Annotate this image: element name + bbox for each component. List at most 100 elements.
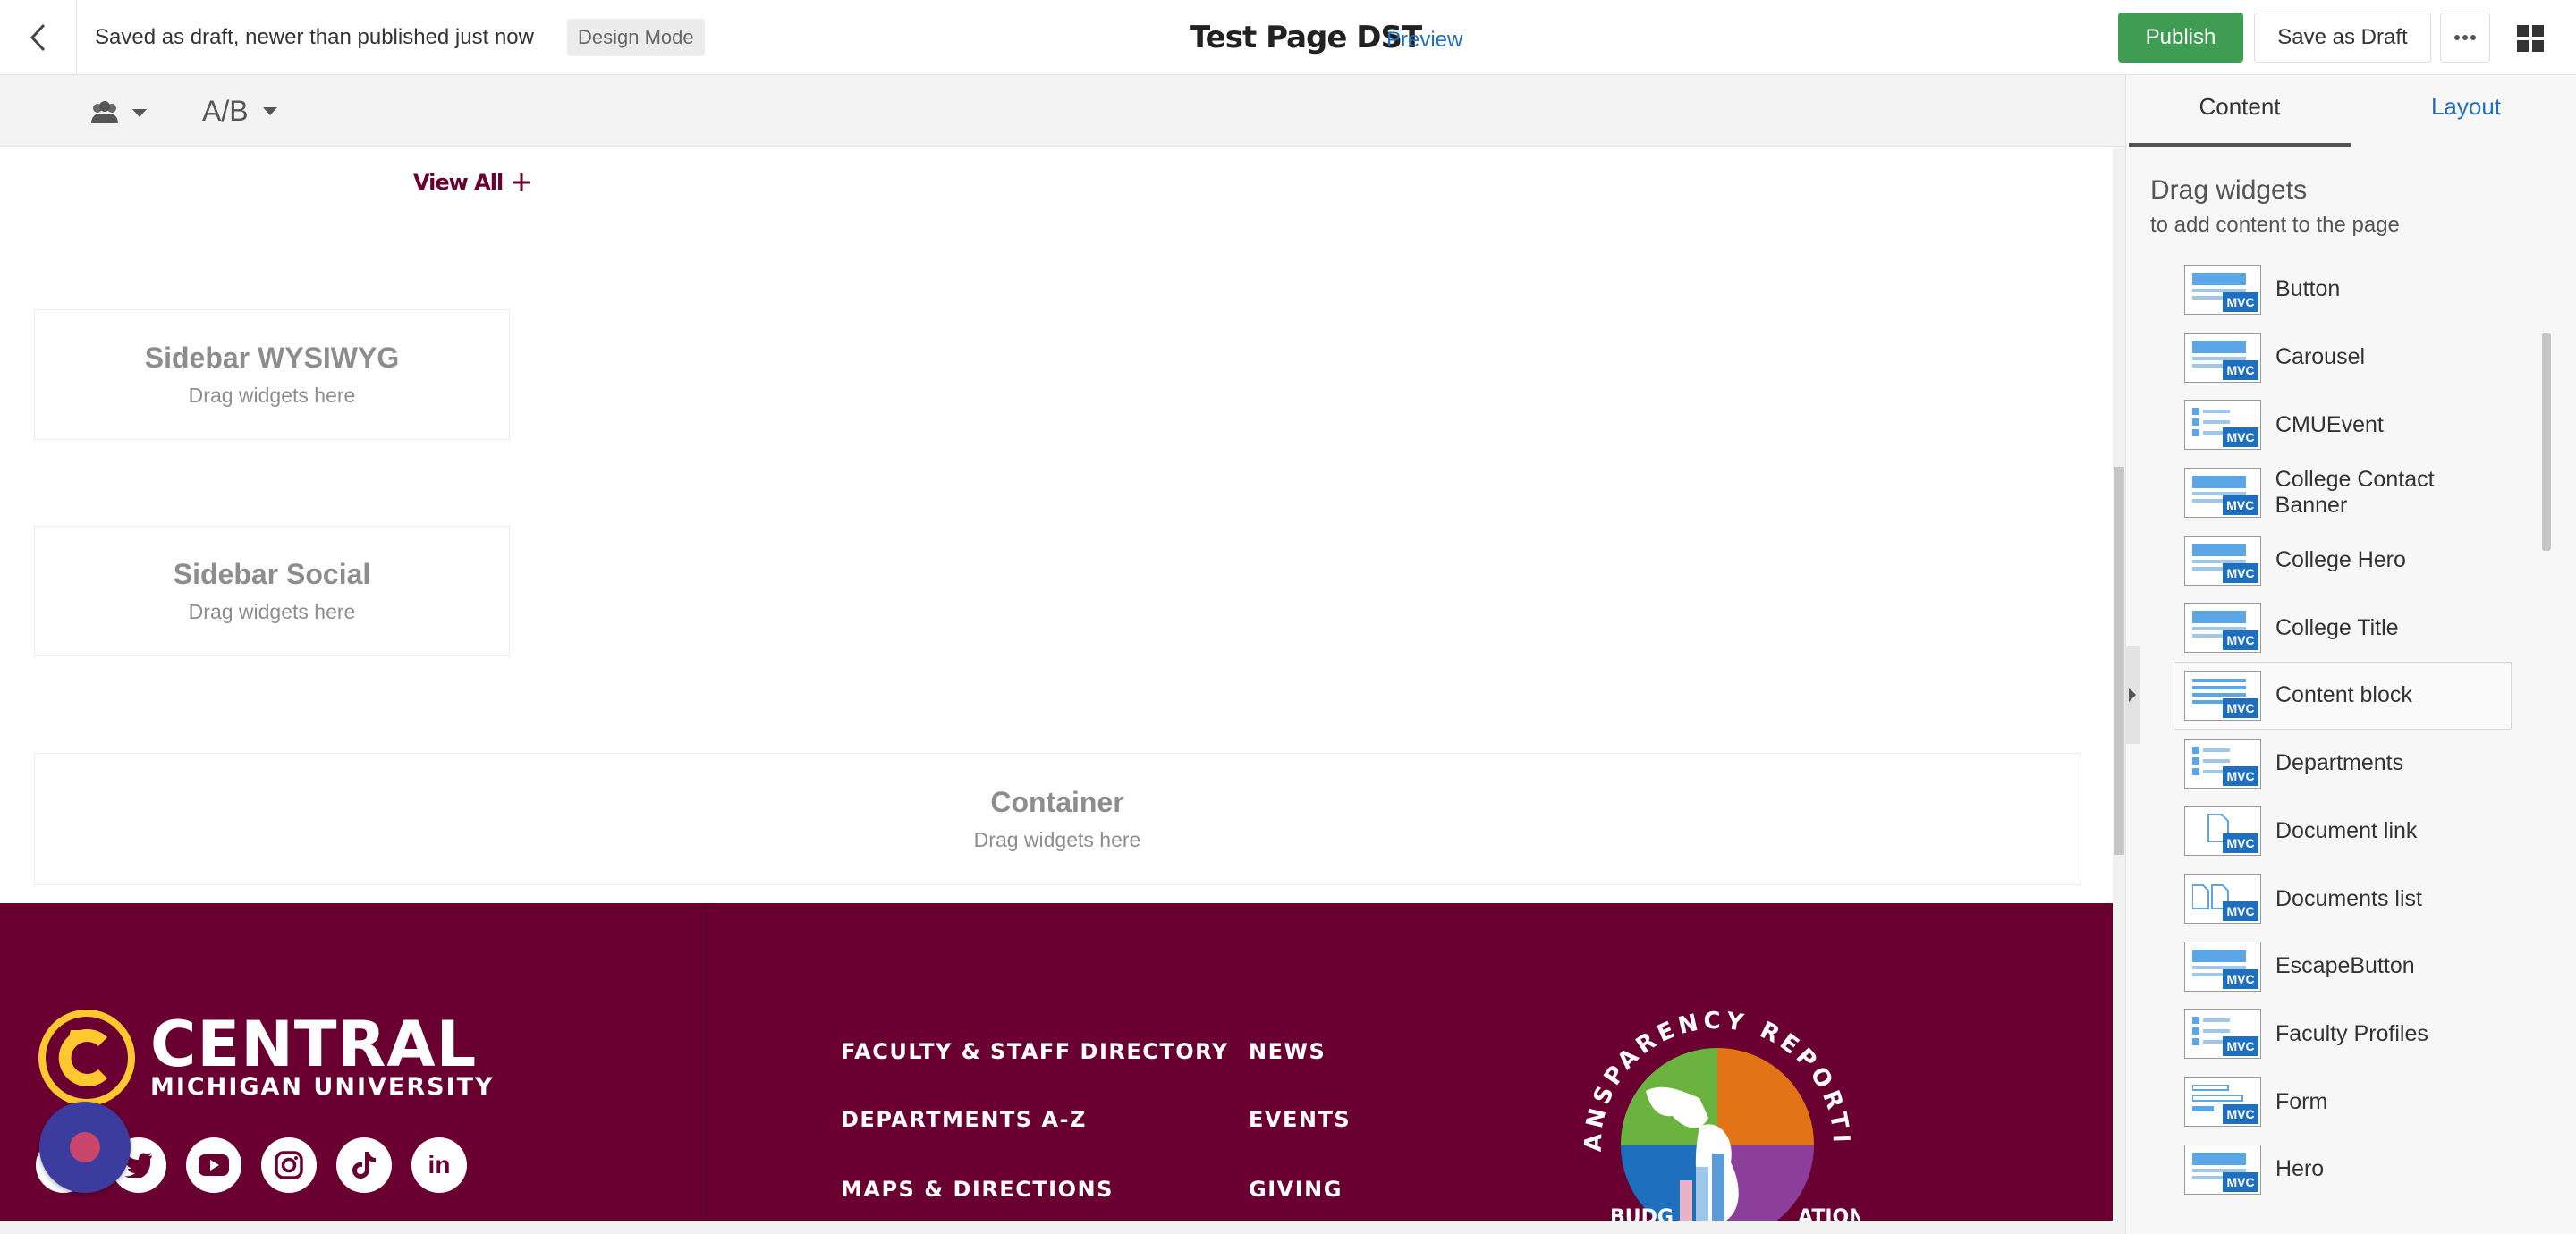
chevron-left-icon [30,23,45,52]
sub-toolbar: A/B [0,75,2125,147]
widget-label: Departments [2275,750,2404,776]
mvc-tag: MVC [2222,494,2258,515]
widget-label: CMUEvent [2275,411,2384,437]
sidebar-wysiwyg-zone[interactable]: Sidebar WYSIWYG Drag widgets here [34,309,510,440]
widget-label: Faculty Profiles [2275,1020,2428,1046]
youtube-icon[interactable] [186,1137,242,1193]
top-bar: Saved as draft, newer than published jus… [0,0,2576,75]
widget-item[interactable]: MVC College Hero [2179,527,2512,595]
ellipsis-icon [2454,35,2476,40]
mvc-tag: MVC [2223,901,2258,922]
zone-title: Sidebar WYSIWYG [144,342,400,374]
mvc-tag: MVC [2223,562,2258,583]
mvc-tag: MVC [2223,630,2258,651]
widget-item[interactable]: MVC Documents list [2179,865,2512,933]
zone-title: Sidebar Social [173,558,371,590]
chat-widget-button[interactable] [39,1102,131,1193]
footer-link-departments[interactable]: DEPARTMENTS A-Z [841,1107,1087,1132]
panel-heading: Drag widgets to add content to the page [2150,175,2400,238]
view-all-label: View All [413,170,504,195]
linkedin-icon[interactable]: in [411,1137,467,1193]
transparency-reporting-badge[interactable]: TRANSPARENCY REPORTING BUDG ATION [1574,1002,1860,1221]
footer-link-maps[interactable]: MAPS & DIRECTIONS [841,1177,1114,1202]
widget-item[interactable]: MVC College Title [2179,594,2512,662]
horizontal-scrollbar[interactable] [0,1221,2125,1234]
back-button[interactable] [0,0,77,75]
logo-line-2: MICHIGAN UNIVERSITY [150,1072,495,1101]
view-all-link[interactable]: View All [413,170,531,195]
widget-list-icon: MVC [2184,1009,2261,1060]
panel-subtitle: to add content to the page [2150,213,2400,237]
widget-item[interactable]: MVC Faculty Profiles [2179,1001,2512,1069]
widget-wide-icon: MVC [2184,941,2261,992]
widget-wide-icon: MVC [2184,264,2261,315]
widget-list-icon: MVC [2184,738,2261,789]
widget-label: Content block [2275,682,2412,708]
caret-down-icon [132,108,147,117]
badge-text-bottom-right: ATION [1798,1206,1860,1221]
footer-link-giving[interactable]: GIVING [1249,1177,1343,1202]
widget-item[interactable]: MVC Document link [2179,798,2512,866]
widget-form-icon: MVC [2184,1077,2261,1128]
widget-doc-icon: MVC [2184,806,2261,857]
container-zone[interactable]: Container Drag widgets here [34,753,2080,885]
preview-link[interactable]: Preview [1386,0,1462,80]
widget-item[interactable]: MVC EscapeButton [2179,933,2512,1001]
widget-label: College Contact Banner [2275,466,2435,518]
mvc-tag: MVC [2223,697,2258,718]
instagram-icon[interactable] [261,1137,317,1193]
ab-label: A/B [202,94,249,127]
widget-label: College Title [2275,614,2399,640]
widget-item[interactable]: MVC Carousel [2179,324,2512,392]
apps-grid-button[interactable] [2508,16,2553,61]
personalization-dropdown[interactable] [89,95,147,131]
widget-list: MVC Button MVC Carousel MVC CMUEvent MVC Colleg… [2174,256,2512,1204]
tiktok-icon[interactable] [336,1137,392,1193]
cmu-logo[interactable]: CENTRAL MICHIGAN UNIVERSITY [36,1007,495,1109]
widget-wide-icon: MVC [2184,1144,2261,1195]
widget-item[interactable]: MVC College Contact Banner [2179,459,2512,527]
canvas-scrollbar-thumb[interactable] [2114,467,2124,855]
panel-scrollbar-thumb[interactable] [2542,333,2551,551]
zone-hint: Drag widgets here [188,600,356,623]
widget-item[interactable]: MVC Content block [2174,662,2512,730]
widget-item[interactable]: MVC Departments [2179,730,2512,798]
tab-layout[interactable]: Layout [2356,75,2576,147]
footer-link-directory[interactable]: FACULTY & STAFF DIRECTORY [841,1039,1229,1064]
widget-label: Form [2275,1088,2328,1114]
mvc-tag: MVC [2223,292,2258,312]
mvc-tag: MVC [2223,1104,2258,1125]
footer-link-news[interactable]: NEWS [1249,1039,1326,1064]
ab-test-dropdown[interactable]: A/B [202,91,277,131]
widget-wide-icon: MVC [2184,603,2261,654]
save-as-draft-button[interactable]: Save as Draft [2254,13,2431,63]
panel-collapse-handle[interactable] [2125,646,2140,744]
widget-item[interactable]: MVC Button [2179,256,2512,324]
publish-button[interactable]: Publish [2118,13,2243,63]
widget-label: Carousel [2275,344,2366,370]
cmu-c-emblem-icon [38,1010,135,1106]
footer-link-events[interactable]: EVENTS [1249,1107,1351,1132]
sidebar-social-zone[interactable]: Sidebar Social Drag widgets here [34,526,510,656]
caret-down-icon [262,106,277,115]
plus-icon [513,173,531,191]
zone-hint: Drag widgets here [973,828,1141,851]
users-icon [91,101,118,123]
more-options-button[interactable] [2440,13,2490,63]
page-editor: Saved as draft, newer than published jus… [0,0,2576,1234]
widget-item[interactable]: MVC CMUEvent [2179,391,2512,459]
panel-tabs: Content Layout [2129,75,2576,147]
widget-item[interactable]: MVC Form [2179,1068,2512,1136]
logo-line-1: CENTRAL [150,1007,478,1081]
widget-docs-icon: MVC [2184,874,2261,925]
mvc-tag: MVC [2223,1171,2258,1192]
mvc-tag: MVC [2223,968,2258,989]
grid-icon [2517,25,2544,52]
mvc-tag: MVC [2223,1036,2258,1057]
tab-content[interactable]: Content [2129,75,2351,147]
zone-title: Container [990,786,1124,818]
page-canvas: View All Sidebar WYSIWYG Drag widgets he… [0,147,2113,1221]
badge-text-bottom-left: BUDG [1610,1206,1674,1221]
widget-label: Hero [2275,1156,2325,1182]
widget-item[interactable]: MVC Hero [2179,1136,2512,1204]
